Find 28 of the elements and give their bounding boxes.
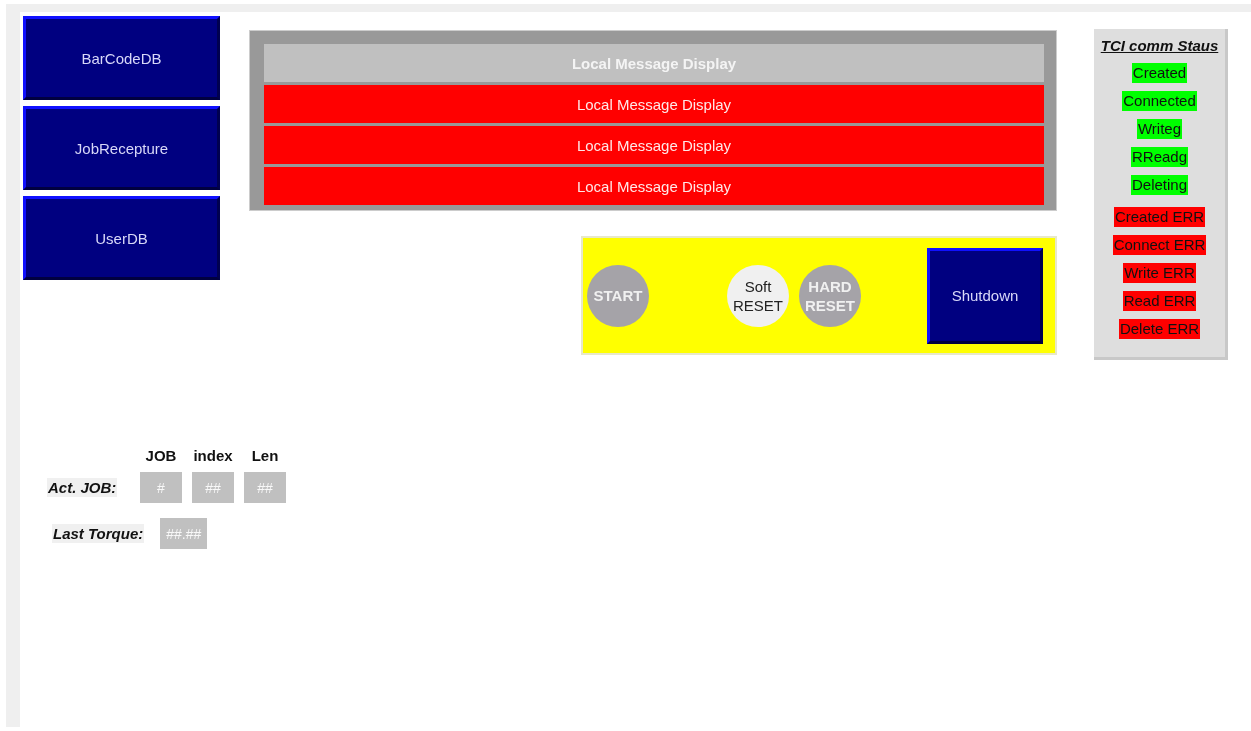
- last-torque-label: Last Torque:: [52, 524, 145, 543]
- status-indicator: Read ERR: [1122, 291, 1197, 311]
- value-field: ##: [244, 472, 286, 503]
- value-field: #: [140, 472, 182, 503]
- round-button[interactable]: Soft RESET: [727, 264, 789, 327]
- status-indicator: Created: [1131, 63, 1188, 83]
- act-job-label: Act. JOB:: [47, 478, 118, 497]
- value-field: ##: [192, 472, 234, 503]
- message-row: Local Message Display: [264, 167, 1044, 205]
- status-indicator: Deleting: [1130, 175, 1188, 195]
- torque-field: ##.##: [160, 518, 208, 549]
- status-title: TCI comm Staus: [1100, 37, 1219, 54]
- status-indicator: Connect ERR: [1112, 235, 1207, 255]
- column-header: index: [192, 447, 234, 464]
- column-header: JOB: [144, 447, 178, 464]
- nav-button[interactable]: JobRecepture: [23, 106, 220, 190]
- status-indicator: Created ERR: [1113, 207, 1206, 227]
- nav-button[interactable]: BarCodeDB: [23, 16, 220, 100]
- message-row: Local Message Display: [264, 85, 1044, 123]
- message-row: Local Message Display: [264, 126, 1044, 164]
- status-indicator: Connected: [1122, 91, 1197, 111]
- status-indicator: Writeg: [1136, 119, 1183, 139]
- nav-button[interactable]: UserDB: [23, 196, 220, 280]
- status-indicator: Delete ERR: [1118, 319, 1201, 339]
- shutdown-button[interactable]: Shutdown: [927, 247, 1043, 344]
- column-header: Len: [250, 447, 280, 464]
- status-indicator: RReadg: [1130, 147, 1188, 167]
- status-indicator: Write ERR: [1123, 263, 1196, 283]
